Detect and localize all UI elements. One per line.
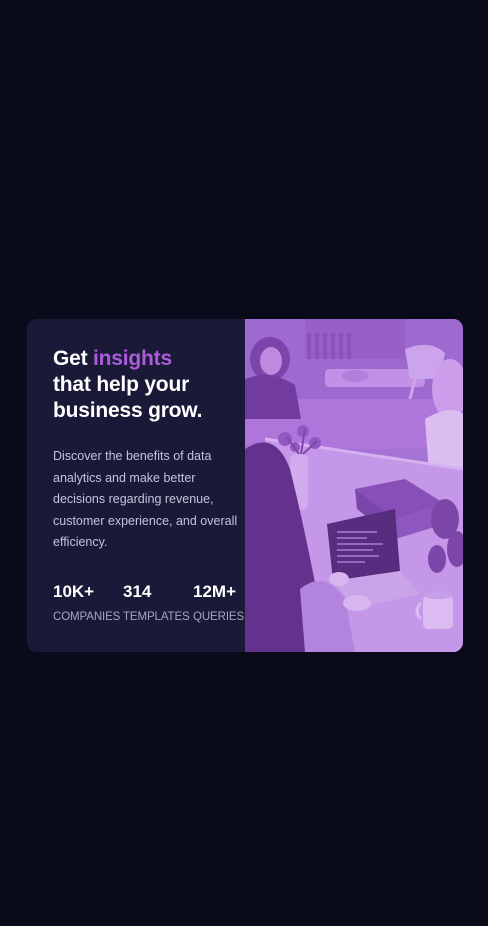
description: Discover the benefits of data analytics … — [53, 449, 238, 549]
stat-value: 314 — [123, 582, 152, 601]
stat-value: 10K+ — [53, 582, 95, 601]
stats-preview-card: Get insights that help your business grow… — [27, 319, 463, 652]
office-photo-illustration — [245, 319, 463, 652]
stat-label: COMPANIES — [53, 611, 121, 623]
stat-companies: 10K+ COMPANIES — [53, 582, 123, 624]
stat-templates: 314 TEMPLATES — [123, 582, 193, 624]
headline-part2: that help your business grow. — [53, 373, 203, 422]
headline-accent: insights — [93, 347, 172, 370]
stats-row: 10K+ COMPANIES 314 TEMPLATES 12M+ QUERIE… — [53, 582, 263, 624]
headline: Get insights that help your business grow… — [53, 346, 245, 424]
card-content: Get insights that help your business grow… — [27, 319, 245, 652]
header-image — [245, 319, 463, 652]
headline-part1: Get — [53, 347, 94, 370]
stat-label: TEMPLATES — [123, 611, 190, 623]
